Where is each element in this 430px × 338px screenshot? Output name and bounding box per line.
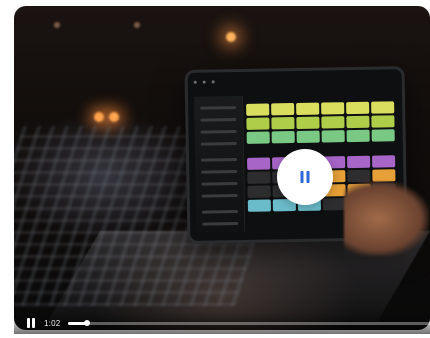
pause-icon-bar — [27, 318, 30, 328]
clip — [371, 101, 395, 114]
clip — [347, 155, 371, 169]
musician-hand — [344, 181, 429, 256]
video-controls: 1:02 — [14, 312, 430, 334]
toolbar-dot — [193, 80, 197, 84]
clip-row — [246, 101, 395, 116]
ipad-toolbar — [188, 69, 402, 91]
progress-thumb[interactable] — [84, 320, 91, 326]
video-player[interactable] — [14, 6, 430, 330]
clip — [372, 155, 396, 168]
clip — [371, 115, 395, 128]
clip — [271, 117, 295, 130]
clip — [247, 199, 271, 212]
clip — [247, 157, 271, 170]
pause-control-button[interactable] — [26, 317, 36, 329]
pause-icon-bar — [32, 318, 35, 328]
clip — [247, 185, 271, 198]
clip — [296, 130, 320, 143]
clip — [296, 116, 320, 129]
clip — [296, 102, 320, 115]
clip — [247, 171, 271, 184]
clip — [321, 130, 345, 143]
clip — [246, 117, 270, 130]
clip — [271, 103, 295, 116]
clip-row — [246, 129, 395, 144]
clip — [346, 129, 370, 143]
clip — [271, 131, 295, 144]
clip — [346, 101, 370, 115]
clip — [372, 169, 396, 182]
pause-icon — [300, 171, 310, 183]
ipad-track-list — [193, 95, 246, 233]
progress-track[interactable] — [68, 320, 430, 326]
clip-row — [246, 115, 395, 130]
clip — [246, 131, 270, 144]
pause-button[interactable] — [277, 149, 333, 205]
clip — [321, 102, 345, 115]
clip — [246, 103, 270, 116]
toolbar-dot — [211, 79, 215, 83]
clip — [371, 129, 395, 142]
clip — [346, 115, 370, 129]
clip — [321, 116, 345, 129]
current-time: 1:02 — [44, 318, 61, 328]
clip — [322, 198, 346, 211]
toolbar-dot — [202, 80, 206, 84]
